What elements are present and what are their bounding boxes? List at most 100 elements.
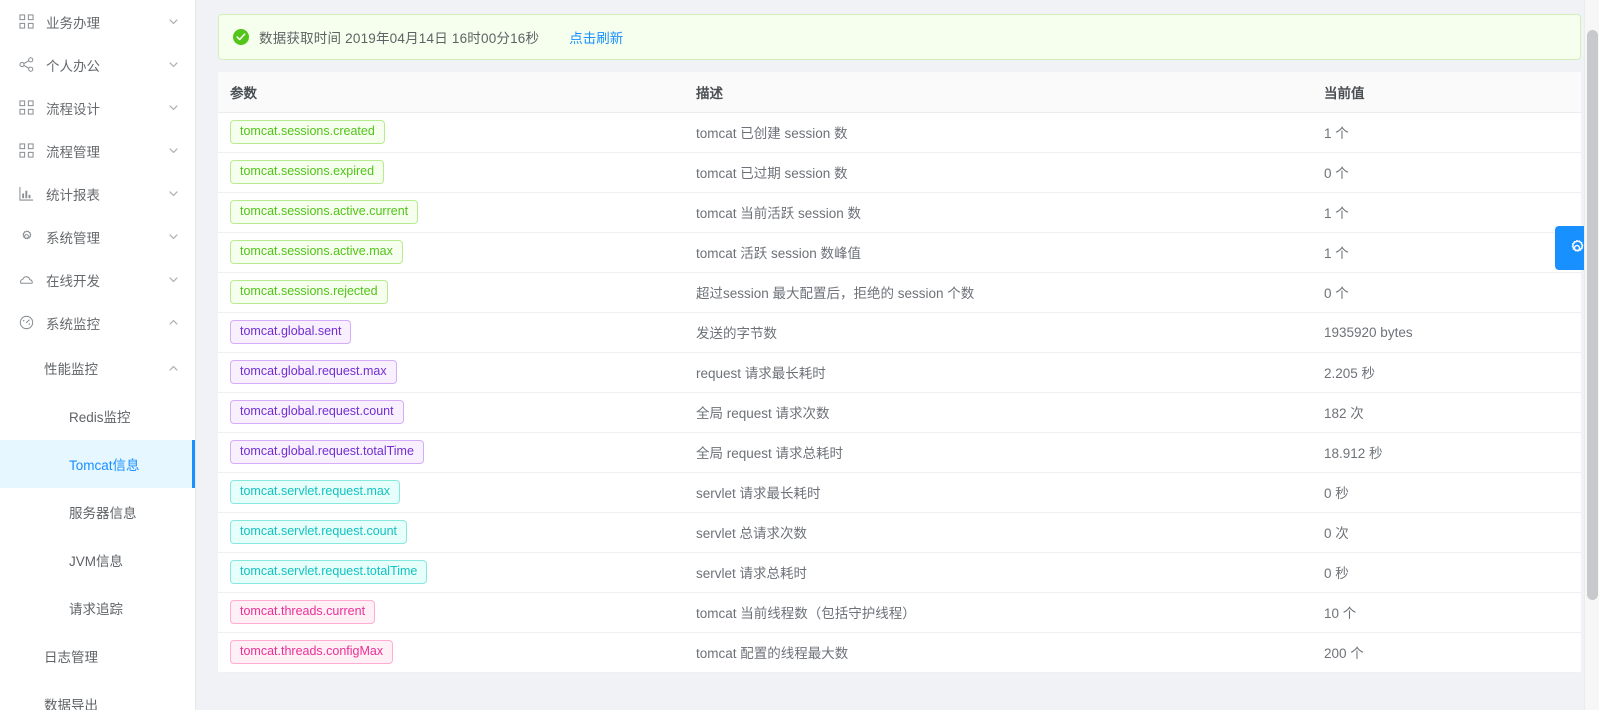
table-row: tomcat.servlet.request.totalTime servlet … — [218, 552, 1581, 593]
sidebar-item-label: 请求追踪 — [69, 602, 123, 617]
sidebar-item-label: 日志管理 — [44, 650, 98, 665]
cell-param: tomcat.sessions.active.current — [218, 192, 684, 233]
param-tag: tomcat.servlet.request.count — [230, 520, 408, 544]
cell-value: 0 秒 — [1312, 472, 1581, 513]
cell-description: tomcat 配置的线程最大数 — [684, 632, 1312, 673]
cell-value: 2.205 秒 — [1312, 352, 1581, 393]
table-row: tomcat.sessions.created tomcat 已创建 sessio… — [218, 112, 1581, 153]
tomcat-metrics-table: 参数 描述 当前值 tomcat.sessions.created tomcat … — [218, 72, 1581, 673]
main-content: 数据获取时间 2019年04月14日 16时00分16秒 点击刷新 参数 描述 … — [196, 0, 1599, 710]
sidebar-item-label: Tomcat信息 — [69, 458, 140, 473]
chevron-down-icon — [167, 59, 179, 71]
sidebar-item-label: 个人办公 — [46, 58, 100, 74]
column-header-param: 参数 — [218, 72, 684, 113]
sidebar-item-14[interactable]: 日志管理 — [0, 632, 195, 680]
sidebar-item-1[interactable]: 个人办公 — [0, 43, 195, 86]
sidebar-item-8[interactable]: 性能监控 — [0, 344, 195, 392]
cell-param: tomcat.servlet.request.count — [218, 512, 684, 553]
chevron-up-icon — [167, 317, 179, 329]
sidebar-item-11[interactable]: 服务器信息 — [0, 488, 195, 536]
cell-description: tomcat 当前活跃 session 数 — [684, 192, 1312, 233]
cell-param: tomcat.threads.current — [218, 592, 684, 633]
cell-param: tomcat.global.request.count — [218, 392, 684, 433]
sidebar-item-label: JVM信息 — [69, 554, 123, 569]
sidebar-item-9[interactable]: Redis监控 — [0, 392, 195, 440]
table-row: tomcat.threads.current tomcat 当前线程数（包括守护线… — [218, 592, 1581, 633]
cell-description: 全局 request 请求总耗时 — [684, 432, 1312, 473]
sidebar-item-label: 系统监控 — [46, 316, 100, 332]
sidebar-item-label: 性能监控 — [44, 362, 98, 377]
cell-value: 10 个 — [1312, 592, 1581, 633]
cell-value: 0 个 — [1312, 152, 1581, 193]
param-tag: tomcat.sessions.rejected — [230, 280, 388, 304]
sidebar: 业务办理个人办公流程设计流程管理统计报表系统管理 在线开发系统监控性能监控 Redi… — [0, 0, 196, 710]
sidebar-item-label: Redis监控 — [69, 410, 131, 425]
chart-bar-icon — [18, 185, 35, 202]
refresh-link[interactable]: 点击刷新 — [569, 27, 623, 47]
sidebar-item-15[interactable]: 数据导出 — [0, 680, 195, 710]
cell-param: tomcat.sessions.rejected — [218, 272, 684, 313]
cell-description: 超过session 最大配置后，拒绝的 session 个数 — [684, 272, 1312, 313]
cell-value: 1935920 bytes — [1312, 312, 1581, 353]
cell-value: 0 秒 — [1312, 552, 1581, 593]
column-header-desc: 描述 — [684, 72, 1312, 113]
sidebar-item-10[interactable]: Tomcat信息 — [0, 440, 195, 488]
sidebar-item-2[interactable]: 流程设计 — [0, 86, 195, 129]
cell-value: 200 个 — [1312, 632, 1581, 673]
param-tag: tomcat.global.request.max — [230, 360, 397, 384]
dashboard-icon — [18, 314, 35, 331]
sidebar-item-0[interactable]: 业务办理 — [0, 0, 195, 43]
chevron-down-icon — [167, 145, 179, 157]
cell-description: request 请求最长耗时 — [684, 352, 1312, 393]
table-row: tomcat.global.request.totalTime 全局 reques… — [218, 432, 1581, 473]
cell-param: tomcat.global.request.totalTime — [218, 432, 684, 473]
cell-param: tomcat.sessions.expired — [218, 152, 684, 193]
cell-value: 1 个 — [1312, 232, 1581, 273]
sidebar-item-label: 流程管理 — [46, 144, 100, 160]
chevron-down-icon — [167, 274, 179, 286]
table-row: tomcat.sessions.rejected 超过session 最大配置后，… — [218, 272, 1581, 313]
table-header-row: 参数 描述 当前值 — [218, 72, 1581, 113]
sidebar-item-label: 业务办理 — [46, 15, 100, 31]
sidebar-item-label: 统计报表 — [46, 187, 100, 203]
share-icon — [18, 56, 35, 73]
chevron-down-icon — [167, 16, 179, 28]
metrics-card: 参数 描述 当前值 tomcat.sessions.created tomcat … — [218, 72, 1581, 673]
sidebar-item-4[interactable]: 统计报表 — [0, 172, 195, 215]
cell-value: 182 次 — [1312, 392, 1581, 433]
chevron-down-icon — [167, 102, 179, 114]
sidebar-item-3[interactable]: 流程管理 — [0, 129, 195, 172]
sidebar-item-6[interactable]: 在线开发 — [0, 258, 195, 301]
table-row: tomcat.threads.configMax tomcat 配置的线程最大数 2… — [218, 632, 1581, 673]
sidebar-item-7[interactable]: 系统监控 — [0, 301, 195, 344]
cell-description: servlet 总请求次数 — [684, 512, 1312, 553]
apps-icon — [18, 99, 35, 116]
app-root: 业务办理个人办公流程设计流程管理统计报表系统管理 在线开发系统监控性能监控 Redi… — [0, 0, 1599, 710]
table-row: tomcat.global.sent 发送的字节数 1935920 bytes — [218, 312, 1581, 353]
chevron-down-icon — [167, 231, 179, 243]
page-scrollbar-thumb[interactable] — [1587, 30, 1598, 600]
param-tag: tomcat.threads.current — [230, 600, 376, 624]
cell-description: servlet 请求最长耗时 — [684, 472, 1312, 513]
cell-param: tomcat.global.request.max — [218, 352, 684, 393]
cell-param: tomcat.servlet.request.max — [218, 472, 684, 513]
cell-description: servlet 请求总耗时 — [684, 552, 1312, 593]
cell-param: tomcat.threads.configMax — [218, 632, 684, 673]
cell-description: 发送的字节数 — [684, 312, 1312, 353]
table-row: tomcat.global.request.count 全局 request 请求… — [218, 392, 1581, 433]
sidebar-item-13[interactable]: 请求追踪 — [0, 584, 195, 632]
table-row: tomcat.servlet.request.count servlet 总请求次… — [218, 512, 1581, 553]
cell-description: 全局 request 请求次数 — [684, 392, 1312, 433]
chevron-down-icon — [167, 188, 179, 200]
param-tag: tomcat.global.request.totalTime — [230, 440, 424, 464]
cell-value: 18.912 秒 — [1312, 432, 1581, 473]
gear-icon — [18, 228, 35, 245]
sidebar-item-label: 数据导出 — [44, 698, 98, 710]
page-scrollbar[interactable] — [1584, 0, 1599, 710]
data-fetch-alert: 数据获取时间 2019年04月14日 16时00分16秒 点击刷新 — [218, 14, 1581, 60]
table-row: tomcat.sessions.active.max tomcat 活跃 sess… — [218, 232, 1581, 273]
sidebar-item-5[interactable]: 系统管理 — [0, 215, 195, 258]
alert-message: 数据获取时间 2019年04月14日 16时00分16秒 — [259, 31, 540, 46]
cloud-icon — [18, 271, 35, 288]
sidebar-item-12[interactable]: JVM信息 — [0, 536, 195, 584]
